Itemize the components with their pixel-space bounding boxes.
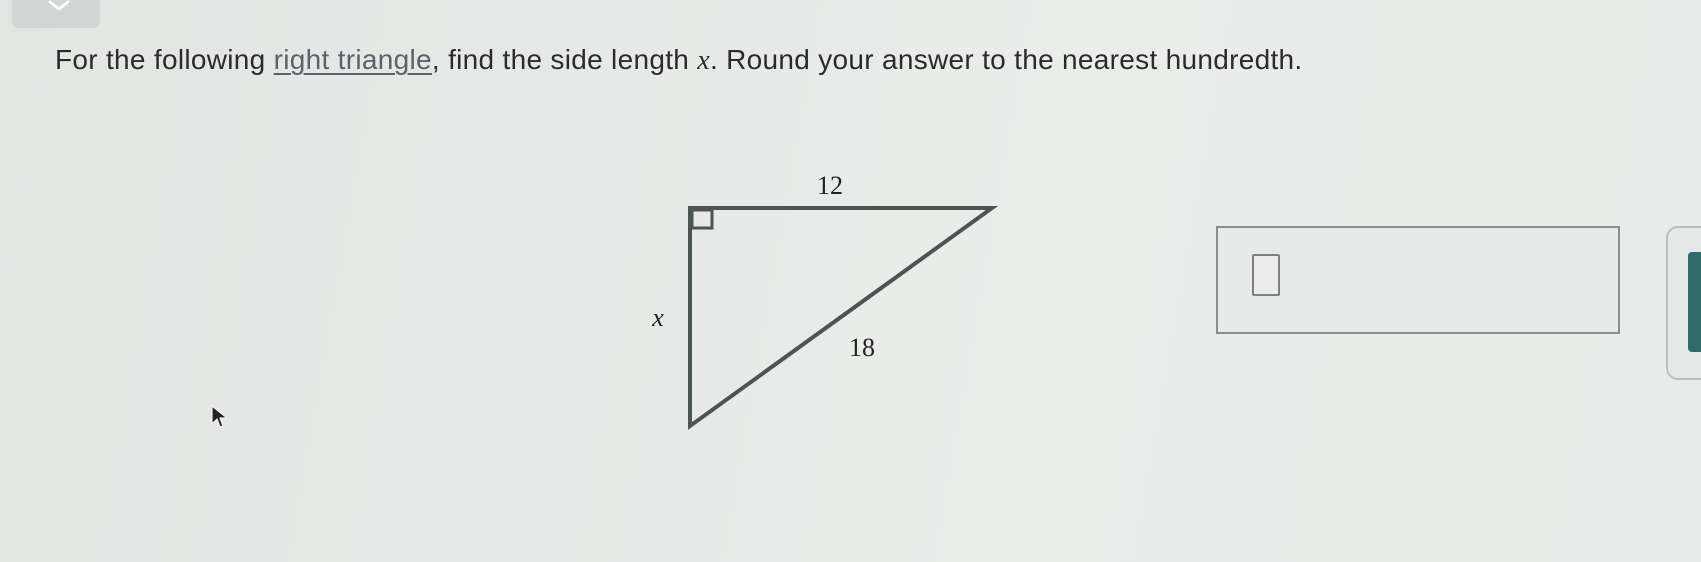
right-triangle-figure: 12 x 18 bbox=[651, 171, 999, 430]
mouse-pointer-icon bbox=[211, 405, 228, 428]
top-side-label: 12 bbox=[817, 171, 843, 200]
hypotenuse-label: 18 bbox=[849, 333, 875, 362]
question-middle: , find the side length bbox=[431, 44, 698, 75]
collapse-tab[interactable] bbox=[12, 0, 100, 28]
answer-input[interactable] bbox=[1252, 254, 1280, 296]
question-prefix: For the following bbox=[55, 44, 274, 75]
question-suffix: . Round your answer to the nearest hundr… bbox=[709, 44, 1303, 75]
question-variable: x bbox=[697, 45, 710, 76]
answer-box[interactable] bbox=[1216, 226, 1620, 334]
right-triangle-link[interactable]: right triangle bbox=[274, 44, 432, 75]
right-angle-marker bbox=[690, 208, 714, 230]
left-side-label: x bbox=[651, 303, 664, 332]
side-panel-tab[interactable] bbox=[1688, 252, 1701, 352]
chevron-down-icon bbox=[48, 0, 70, 11]
triangle-shape bbox=[688, 206, 999, 430]
question-text: For the following right triangle, find t… bbox=[55, 44, 1303, 77]
